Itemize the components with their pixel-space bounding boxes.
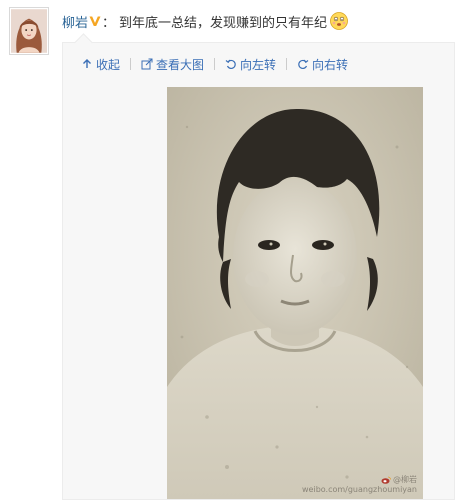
rotate-left-button[interactable]: 向左转 [225,56,276,73]
collapse-label: 收起 [96,57,121,72]
username-colon: ： [102,15,116,31]
user-avatar[interactable] [9,7,49,55]
media-box-pointer [74,33,93,52]
toolbar-divider [130,58,132,70]
rotate-left-label: 向左转 [240,57,277,72]
media-toolbar: 收起 查看大图 向左转 向右转 [81,53,348,75]
media-expanded-box: 收起 查看大图 向左转 向右转 @柳岩 weibo.com/guangzhoum… [62,33,455,500]
watermark-name: @柳岩 [393,475,417,484]
toolbar-divider [286,58,288,70]
rotate-right-button[interactable]: 向右转 [297,56,348,73]
username-link[interactable]: 柳岩 [62,12,88,31]
toolbar-divider [214,58,216,70]
post-content: 到年底一总结，发现赚到的只有年纪 [119,15,328,31]
weibo-logo-icon [381,476,391,484]
post-text-line: 柳岩 ： 到年底一总结，发现赚到的只有年纪 [62,10,349,32]
photo-watermark: @柳岩 weibo.com/guangzhoumiyan [302,475,417,495]
post-photo[interactable]: @柳岩 weibo.com/guangzhoumiyan [167,87,423,499]
view-large-label: 查看大图 [156,57,205,72]
watermark-url: weibo.com/guangzhoumiyan [302,485,417,494]
dizzy-face-emoji-icon [329,11,349,31]
weibo-post: 柳岩 ： 到年底一总结，发现赚到的只有年纪 收起 查看大图 向左转 向右转 @柳… [0,0,455,500]
rotate-right-icon [297,58,309,70]
rotate-left-icon [225,58,237,70]
view-large-button[interactable]: 查看大图 [141,56,204,73]
collapse-arrow-icon [81,58,93,70]
collapse-button[interactable]: 收起 [81,56,120,73]
vip-v-icon[interactable] [89,15,101,27]
rotate-right-label: 向右转 [312,57,349,72]
external-link-icon [141,58,153,70]
